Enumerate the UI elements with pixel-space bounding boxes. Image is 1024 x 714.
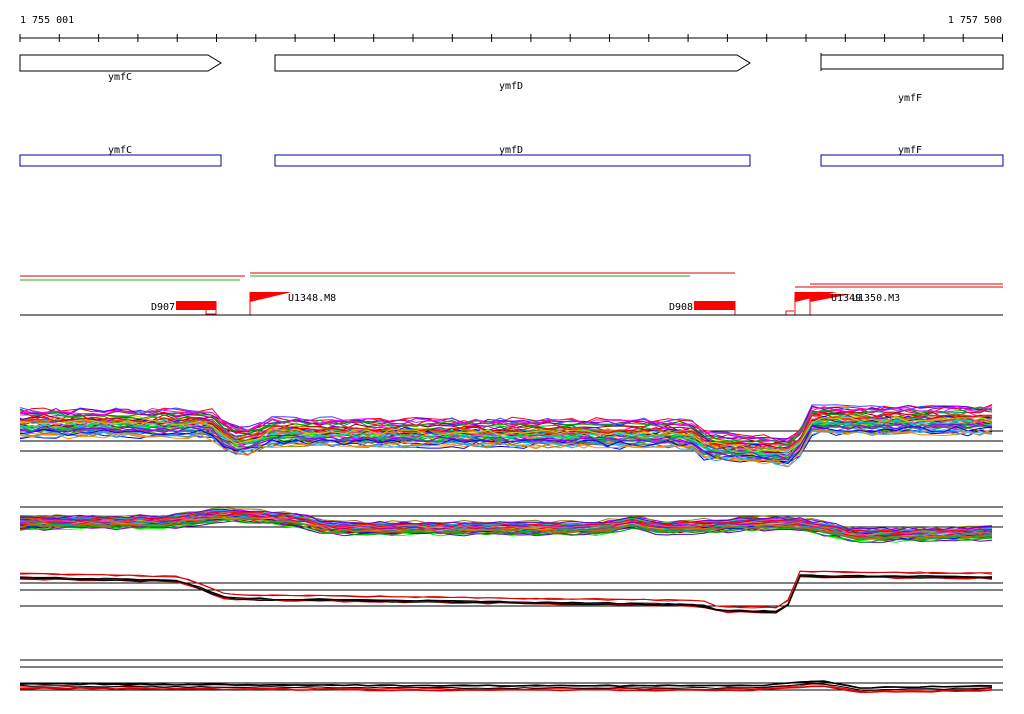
feature-label-U1348[interactable]: U1348.M8 (288, 293, 336, 304)
cds-box-ymfD[interactable] (274, 154, 751, 167)
feature-promoter-U1348[interactable] (250, 292, 292, 302)
genome-browser-view: 1 755 001 1 757 500 ymfC ymfD ymfF ymfC … (19, 15, 1004, 694)
feature-track: D907 U1348.M8 D908 U1349 U1350.M3 (20, 272, 1003, 316)
gene-arrow-ymfC[interactable] (19, 54, 222, 72)
gene-arrow-ymfD[interactable] (274, 54, 751, 72)
gene-track: ymfC ymfD ymfF (19, 53, 1004, 104)
feature-label-U1350[interactable]: U1350.M3 (852, 293, 900, 304)
gene-label-ymfF: ymfF (898, 93, 922, 104)
expression-panel-3 (19, 570, 1003, 614)
feature-block-D908[interactable] (694, 301, 735, 310)
ruler-start-label: 1 755 001 (20, 15, 74, 26)
expression-panel-2 (19, 506, 1003, 543)
feature-label-D907[interactable]: D907 (151, 302, 175, 313)
feature-bracket-small (785, 310, 794, 315)
coordinate-ruler: 1 755 001 1 757 500 (19, 15, 1003, 42)
gene-arrow-ymfF[interactable] (820, 54, 1004, 70)
feature-label-D908[interactable]: D908 (669, 302, 693, 313)
ruler-end-label: 1 757 500 (948, 15, 1002, 26)
cds-label-ymfD: ymfD (499, 145, 523, 156)
expression-panel-1 (19, 404, 1003, 468)
gene-label-ymfD: ymfD (499, 81, 523, 92)
cds-label-ymfC: ymfC (108, 145, 132, 156)
cds-box-ymfC[interactable] (19, 154, 222, 167)
cds-label-ymfF: ymfF (898, 145, 922, 156)
expression-panel-4 (19, 659, 1003, 694)
feature-block-D907[interactable] (176, 301, 216, 310)
cds-track: ymfC ymfD ymfF (19, 145, 1004, 167)
panel3-profile (19, 575, 993, 614)
cds-box-ymfF[interactable] (820, 154, 1004, 167)
gene-label-ymfC: ymfC (108, 72, 132, 83)
